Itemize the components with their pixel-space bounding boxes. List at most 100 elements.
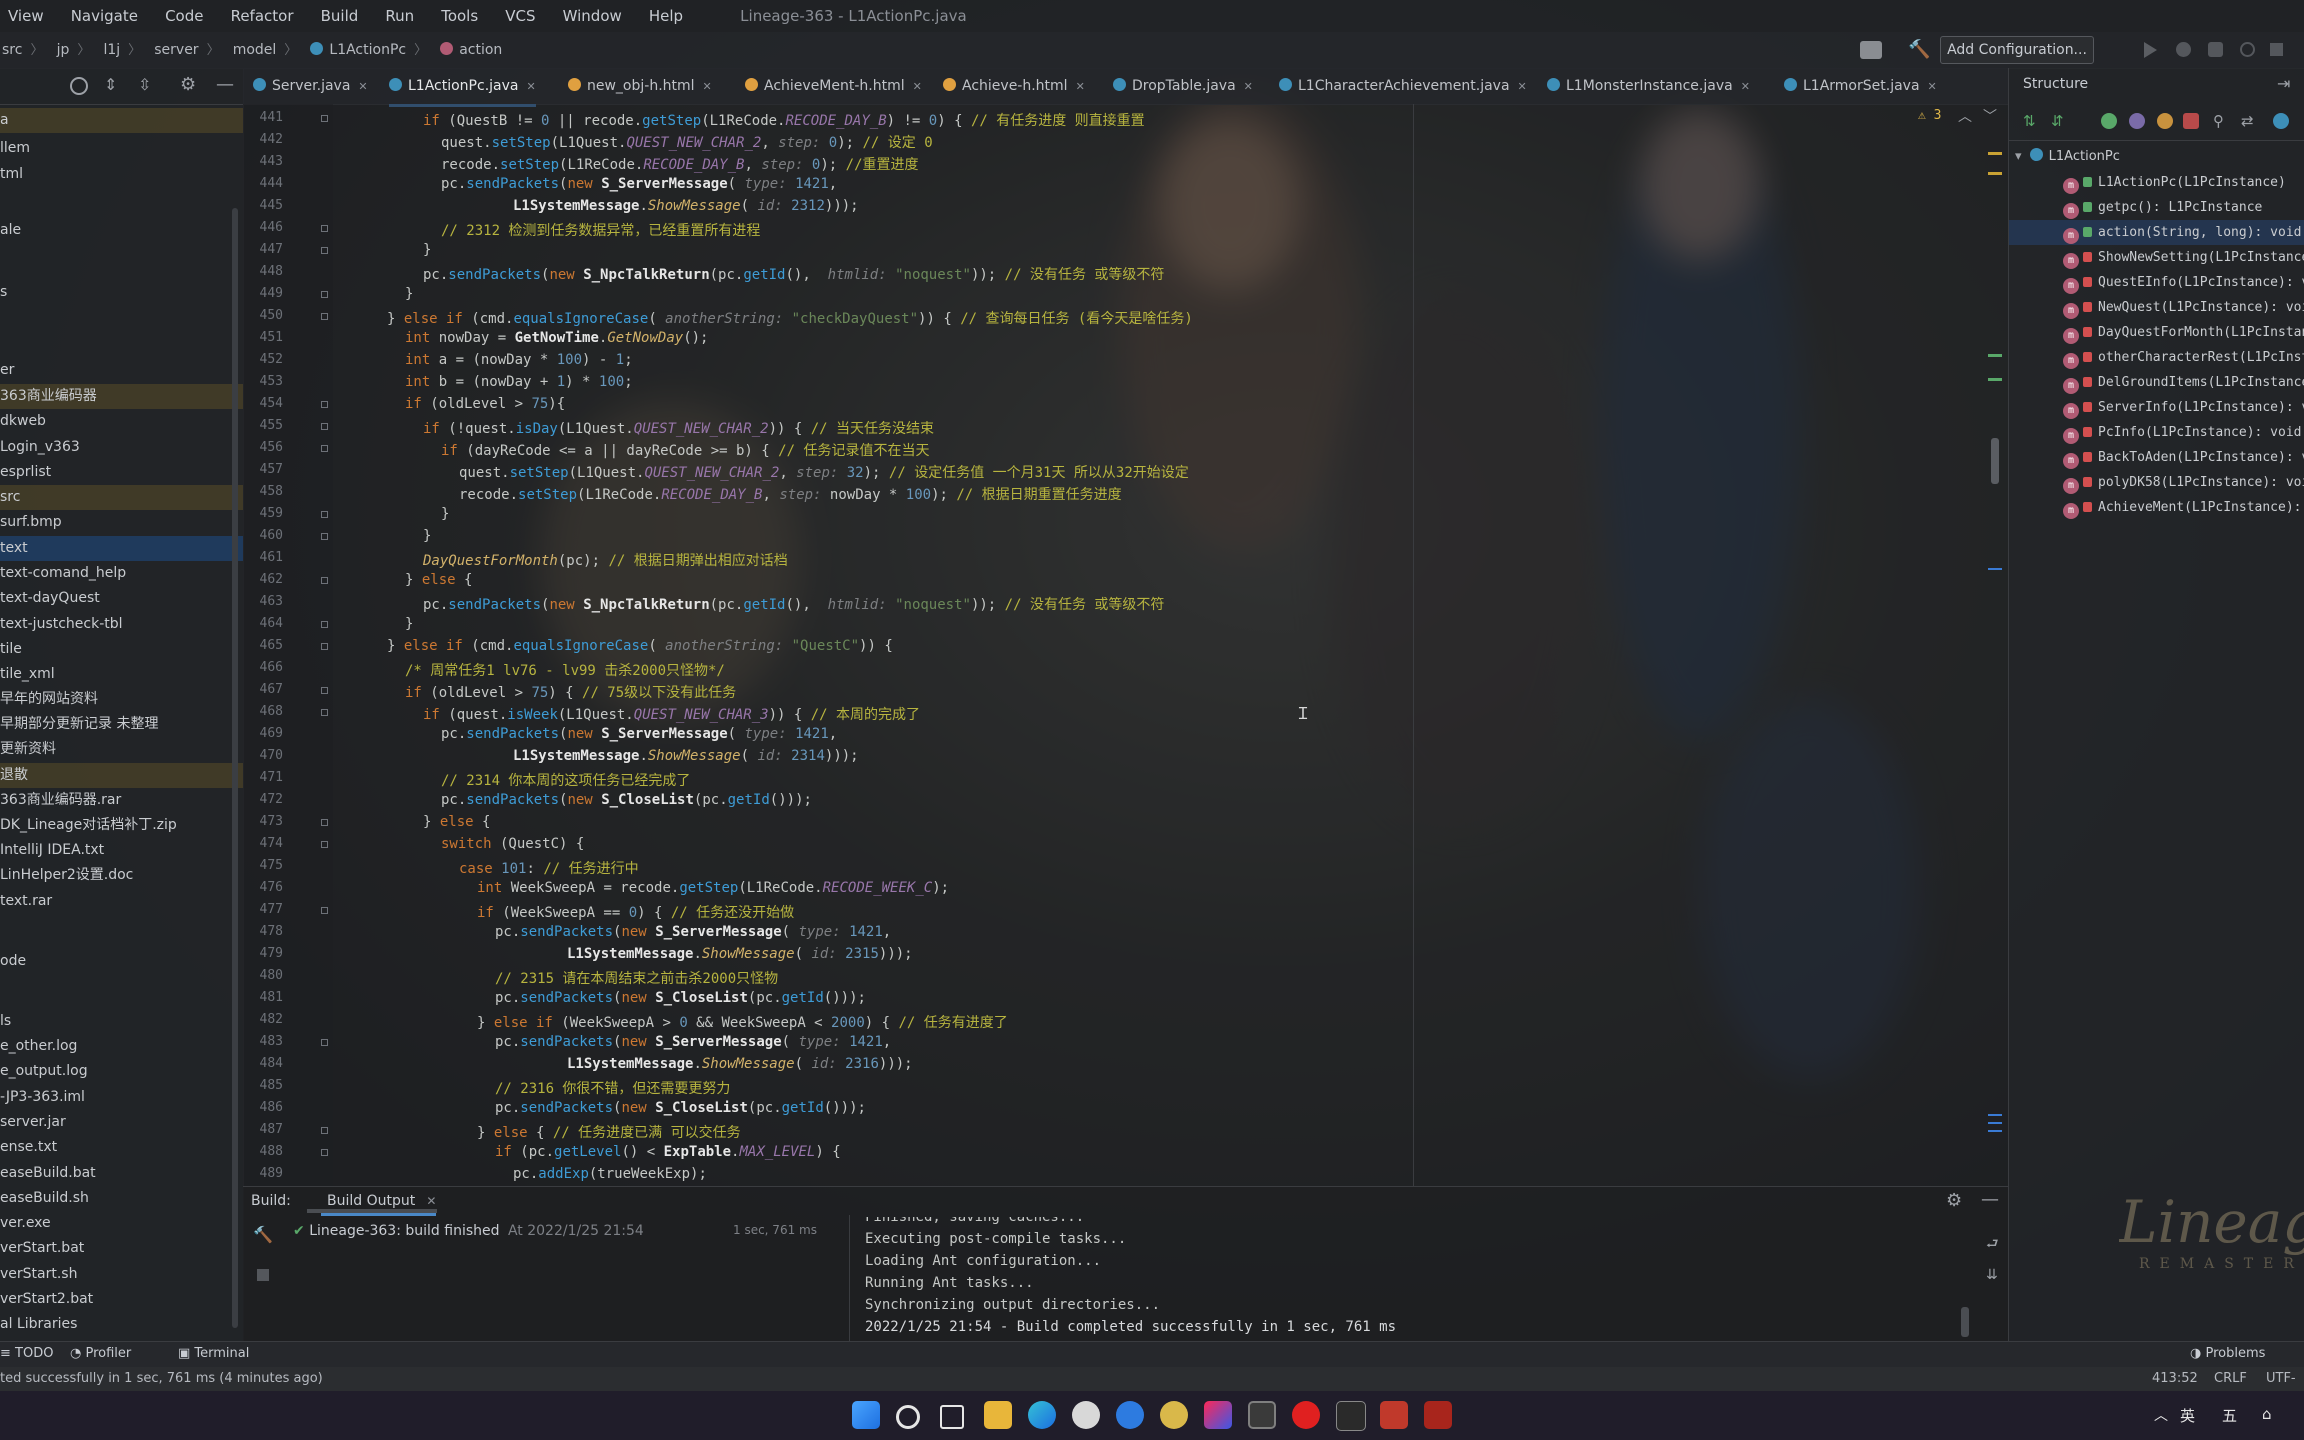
project-tree-item[interactable]: tile_xml bbox=[0, 662, 243, 687]
code-line[interactable]: // 2315 请在本周结束之前击杀2000只怪物 bbox=[495, 968, 778, 988]
close-icon[interactable]: ✕ bbox=[358, 80, 367, 93]
minimize-icon[interactable]: — bbox=[216, 74, 234, 95]
fold-marker[interactable] bbox=[321, 907, 328, 914]
code-line[interactable]: DayQuestForMonth(pc); // 根据日期弹出相应对话档 bbox=[423, 550, 788, 570]
fold-marker[interactable] bbox=[321, 1149, 328, 1156]
structure-item[interactable]: m DayQuestForMonth(L1PcInstance) bbox=[2009, 320, 2304, 345]
fold-marker[interactable] bbox=[321, 577, 328, 584]
project-tree-item[interactable]: llem bbox=[0, 136, 243, 161]
filter-icon[interactable]: ⚲ bbox=[2213, 112, 2224, 130]
show-inherited-icon[interactable] bbox=[2157, 113, 2173, 129]
build-log-scrollbar[interactable] bbox=[1961, 1307, 1969, 1337]
project-tree-item[interactable]: er bbox=[0, 358, 243, 383]
sort-visibility-icon[interactable]: ⇵ bbox=[2051, 112, 2064, 130]
expand-all-icon[interactable]: ⇕ bbox=[104, 75, 117, 94]
code-line[interactable]: } bbox=[405, 286, 413, 302]
locate-icon[interactable] bbox=[70, 77, 88, 95]
breadcrumb-server[interactable]: server bbox=[154, 32, 198, 68]
structure-item[interactable]: m BackToAden(L1PcInstance): void bbox=[2009, 445, 2304, 470]
code-line[interactable]: if (oldLevel > 75) { // 75级以下没有此任务 bbox=[405, 682, 736, 702]
fold-marker[interactable] bbox=[321, 247, 328, 254]
project-tree-item[interactable]: ale bbox=[0, 218, 243, 243]
breadcrumb-method[interactable]: action bbox=[459, 32, 502, 68]
structure-item[interactable]: m L1ActionPc(L1PcInstance) bbox=[2009, 170, 2304, 195]
tab-droptable-java[interactable]: DropTable.java ✕ bbox=[1113, 68, 1253, 104]
build-hammer-icon[interactable]: 🔨 bbox=[253, 1225, 273, 1244]
structure-item[interactable]: m otherCharacterRest(L1PcInstance) bbox=[2009, 345, 2304, 370]
soft-wrap-icon[interactable]: ⮐ bbox=[1986, 1233, 1999, 1257]
network-icon[interactable]: ⌂ bbox=[2262, 1405, 2272, 1423]
menu-navigate[interactable]: Navigate bbox=[71, 0, 138, 32]
code-line[interactable]: } bbox=[405, 616, 413, 632]
menu-help[interactable]: Help bbox=[649, 0, 683, 32]
show-properties-icon[interactable] bbox=[2129, 113, 2145, 129]
project-tree-item[interactable]: 更新资料 bbox=[0, 737, 243, 762]
close-icon[interactable]: ✕ bbox=[1076, 80, 1085, 93]
ime-mode[interactable]: 五 bbox=[2222, 1405, 2237, 1426]
code-line[interactable]: } else { bbox=[423, 814, 490, 830]
code-line[interactable]: // 2312 检测到任务数据异常，已经重置所有进程 bbox=[441, 220, 760, 240]
code-line[interactable]: int a = (nowDay * 100) - 1; bbox=[405, 352, 633, 368]
fold-marker[interactable] bbox=[321, 291, 328, 298]
menu-view[interactable]: View bbox=[8, 0, 44, 32]
code-line[interactable]: int b = (nowDay + 1) * 100; bbox=[405, 374, 633, 390]
project-tree-item[interactable]: ode bbox=[0, 949, 243, 974]
fold-marker[interactable] bbox=[321, 1127, 328, 1134]
breadcrumb-class[interactable]: L1ActionPc bbox=[329, 32, 406, 68]
project-tree-item[interactable]: a bbox=[0, 108, 243, 133]
structure-item[interactable]: m DelGroundItems(L1PcInstance) bbox=[2009, 370, 2304, 395]
structure-item[interactable]: m ServerInfo(L1PcInstance): void bbox=[2009, 395, 2304, 420]
show-non-public-icon[interactable] bbox=[2183, 113, 2199, 129]
code-line[interactable]: pc.addExp(trueWeekExp); bbox=[513, 1166, 707, 1182]
code-line[interactable]: L1SystemMessage.ShowMessage( id: 2312)))… bbox=[513, 198, 859, 214]
code-line[interactable]: pc.sendPackets(new S_NpcTalkReturn(pc.ge… bbox=[423, 594, 1164, 614]
project-tree-item[interactable]: verStart.bat bbox=[0, 1236, 243, 1261]
menu-vcs[interactable]: VCS bbox=[505, 0, 535, 32]
tab-l1monsterinstance-java[interactable]: L1MonsterInstance.java ✕ bbox=[1547, 68, 1750, 104]
code-line[interactable]: int WeekSweepA = recode.getStep(L1ReCode… bbox=[477, 880, 949, 896]
fold-marker[interactable] bbox=[321, 709, 328, 716]
code-line[interactable]: pc.sendPackets(new S_ServerMessage( type… bbox=[495, 1034, 891, 1050]
close-icon[interactable]: ✕ bbox=[1741, 80, 1750, 93]
sort-alpha-icon[interactable]: ⇅ bbox=[2023, 112, 2036, 130]
project-tree-item[interactable]: DK_Lineage对话档补丁.zip bbox=[0, 813, 243, 838]
code-line[interactable]: int nowDay = GetNowTime.GetNowDay(); bbox=[405, 330, 708, 346]
fold-marker[interactable] bbox=[321, 511, 328, 518]
line-separator[interactable]: CRLF bbox=[2214, 1371, 2247, 1386]
project-tree-item[interactable]: s bbox=[0, 280, 243, 305]
code-line[interactable]: L1SystemMessage.ShowMessage( id: 2314)))… bbox=[513, 748, 859, 764]
project-tree-item[interactable]: 早年的网站资料 bbox=[0, 687, 243, 712]
fold-marker[interactable] bbox=[321, 313, 328, 320]
close-icon[interactable]: ✕ bbox=[426, 1194, 436, 1208]
code-line[interactable]: quest.setStep(L1Quest.QUEST_NEW_CHAR_2, … bbox=[441, 132, 933, 152]
task-view-icon[interactable] bbox=[940, 1405, 964, 1429]
fold-marker[interactable] bbox=[321, 687, 328, 694]
tab-server-java[interactable]: Server.java ✕ bbox=[253, 68, 368, 104]
project-tree-item[interactable]: text bbox=[0, 536, 243, 561]
project-tree-item[interactable]: dkweb bbox=[0, 409, 243, 434]
warning-indicator[interactable]: ⚠ 3 bbox=[1918, 108, 1941, 123]
music-app-icon[interactable] bbox=[1072, 1401, 1100, 1429]
close-icon[interactable]: ✕ bbox=[1928, 80, 1937, 93]
chevron-down-icon[interactable]: ﹀ bbox=[1983, 106, 1997, 126]
structure-item[interactable]: m QuestEInfo(L1PcInstance): void bbox=[2009, 270, 2304, 295]
edge-icon[interactable] bbox=[1028, 1401, 1056, 1429]
code-line[interactable]: case 101: // 任务进行中 bbox=[459, 858, 639, 878]
fold-marker[interactable] bbox=[321, 423, 328, 430]
code-line[interactable]: L1SystemMessage.ShowMessage( id: 2316)))… bbox=[567, 1056, 913, 1072]
tab-l1actionpc-java[interactable]: L1ActionPc.java ✕ bbox=[389, 68, 536, 107]
browser-icon[interactable] bbox=[1116, 1401, 1144, 1429]
error-stripe[interactable] bbox=[1988, 144, 2004, 1184]
show-fields-icon[interactable] bbox=[2101, 113, 2117, 129]
file-explorer-icon[interactable] bbox=[984, 1401, 1012, 1429]
build-hammer-icon[interactable]: 🔨 bbox=[1908, 40, 1930, 60]
project-tree-item[interactable]: e_output.log bbox=[0, 1059, 243, 1084]
project-tree-item[interactable]: -JP3-363.iml bbox=[0, 1085, 243, 1110]
project-tree-item[interactable]: easeBuild.bat bbox=[0, 1161, 243, 1186]
code-line[interactable]: } bbox=[441, 506, 449, 522]
code-line[interactable]: } bbox=[423, 528, 431, 544]
code-line[interactable]: if (!quest.isDay(L1Quest.QUEST_NEW_CHAR_… bbox=[423, 418, 934, 438]
breadcrumb-model[interactable]: model bbox=[233, 32, 277, 68]
menu-refactor[interactable]: Refactor bbox=[231, 0, 294, 32]
tab-l1armorset-java[interactable]: L1ArmorSet.java ✕ bbox=[1784, 68, 1937, 104]
